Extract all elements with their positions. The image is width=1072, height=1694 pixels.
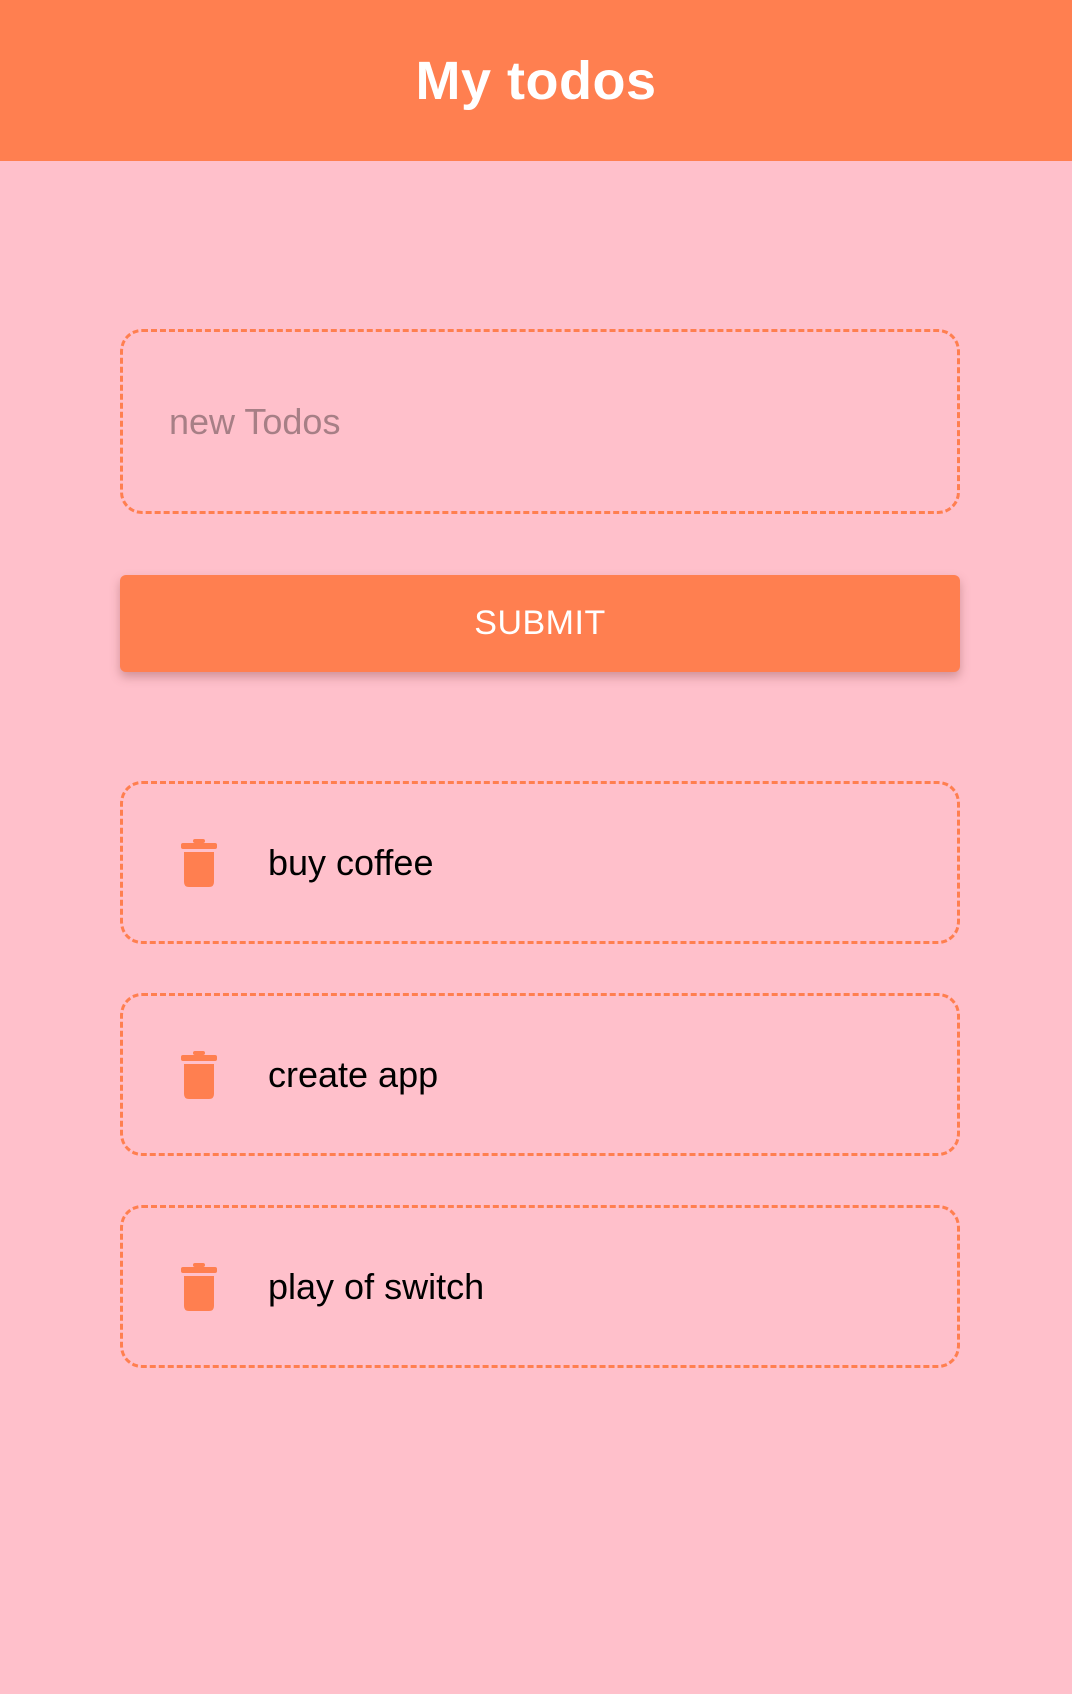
new-todo-input-container (120, 329, 960, 514)
app-header: My todos (0, 0, 1072, 161)
page-title: My todos (415, 50, 657, 111)
submit-button[interactable]: SUBMIT (120, 575, 960, 672)
todo-item: buy coffee (120, 781, 960, 944)
todo-list: buy coffee create app play of switch (120, 781, 960, 1368)
main-content: SUBMIT buy coffee create app (120, 329, 960, 1417)
trash-icon[interactable] (181, 1262, 217, 1311)
todo-text: play of switch (268, 1265, 485, 1307)
todo-item: play of switch (120, 1205, 960, 1368)
todo-item: create app (120, 993, 960, 1156)
trash-icon[interactable] (181, 838, 217, 887)
todo-text: create app (268, 1053, 439, 1095)
todo-text: buy coffee (268, 841, 434, 883)
new-todo-input[interactable] (167, 399, 913, 444)
trash-icon[interactable] (181, 1050, 217, 1099)
